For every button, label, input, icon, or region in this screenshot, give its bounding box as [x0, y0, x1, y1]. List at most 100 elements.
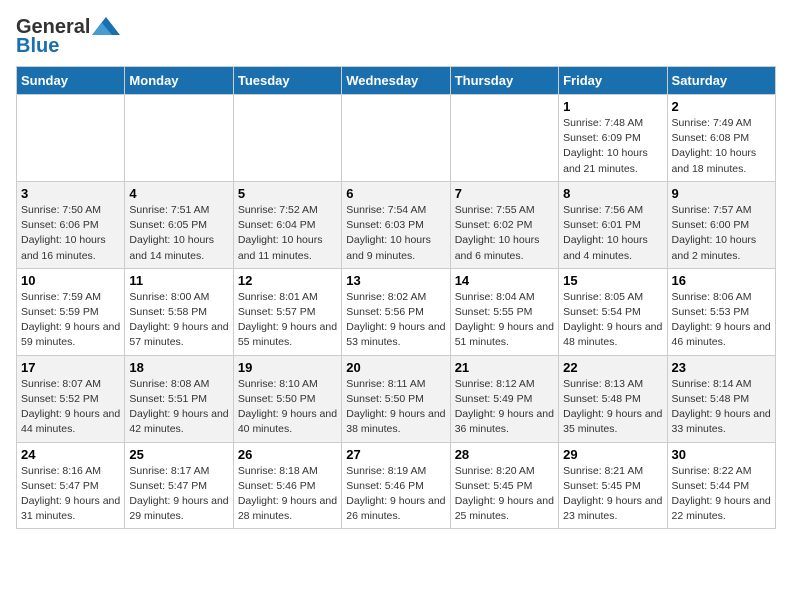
day-info: Sunrise: 7:52 AM Sunset: 6:04 PM Dayligh…: [238, 203, 337, 264]
calendar-cell: 28 Sunrise: 8:20 AM Sunset: 5:45 PM Dayli…: [450, 442, 558, 529]
day-number: 22: [563, 360, 662, 375]
calendar-cell: 7 Sunrise: 7:55 AM Sunset: 6:02 PM Daylig…: [450, 181, 558, 268]
logo: General Blue: [16, 16, 120, 58]
calendar-cell: 14Sunrise: 8:04 AM Sunset: 5:55 PM Dayli…: [450, 268, 558, 355]
calendar-cell: 15 Sunrise: 8:05 AM Sunset: 5:54 PM Dayli…: [559, 268, 667, 355]
logo-icon: [92, 17, 120, 35]
calendar-cell: 30 Sunrise: 8:22 AM Sunset: 5:44 PM Dayli…: [667, 442, 775, 529]
day-info: Sunrise: 8:00 AM Sunset: 5:58 PM Dayligh…: [129, 290, 228, 351]
day-number: 17: [21, 360, 120, 375]
calendar-cell: 20 Sunrise: 8:11 AM Sunset: 5:50 PM Dayli…: [342, 355, 450, 442]
calendar-cell: 1 Sunrise: 7:48 AM Sunset: 6:09 PM Daylig…: [559, 95, 667, 182]
calendar-week-4: 17 Sunrise: 8:07 AM Sunset: 5:52 PM Dayli…: [17, 355, 776, 442]
day-info: Sunrise: 8:01 AM Sunset: 5:57 PM Dayligh…: [238, 290, 337, 351]
logo-blue: Blue: [16, 35, 59, 58]
day-number: 10: [21, 273, 120, 288]
calendar-cell: [450, 95, 558, 182]
calendar-cell: 5 Sunrise: 7:52 AM Sunset: 6:04 PM Daylig…: [233, 181, 341, 268]
day-info: Sunrise: 8:10 AM Sunset: 5:50 PM Dayligh…: [238, 377, 337, 438]
day-number: 12: [238, 273, 337, 288]
day-number: 15: [563, 273, 662, 288]
weekday-header-saturday: Saturday: [667, 67, 775, 95]
calendar-cell: 19 Sunrise: 8:10 AM Sunset: 5:50 PM Dayli…: [233, 355, 341, 442]
weekday-header-row: SundayMondayTuesdayWednesdayThursdayFrid…: [17, 67, 776, 95]
day-number: 9: [672, 186, 771, 201]
calendar-week-1: 1 Sunrise: 7:48 AM Sunset: 6:09 PM Daylig…: [17, 95, 776, 182]
day-info: Sunrise: 7:59 AM Sunset: 5:59 PM Dayligh…: [21, 290, 120, 351]
calendar-cell: 16Sunrise: 8:06 AM Sunset: 5:53 PM Dayli…: [667, 268, 775, 355]
calendar-cell: 8 Sunrise: 7:56 AM Sunset: 6:01 PM Daylig…: [559, 181, 667, 268]
calendar-week-5: 24 Sunrise: 8:16 AM Sunset: 5:47 PM Dayli…: [17, 442, 776, 529]
day-info: Sunrise: 8:12 AM Sunset: 5:49 PM Dayligh…: [455, 377, 554, 438]
calendar-cell: [342, 95, 450, 182]
calendar-cell: 29 Sunrise: 8:21 AM Sunset: 5:45 PM Dayli…: [559, 442, 667, 529]
day-number: 11: [129, 273, 228, 288]
page-header: General Blue: [16, 16, 776, 58]
day-info: Sunrise: 7:55 AM Sunset: 6:02 PM Dayligh…: [455, 203, 554, 264]
day-number: 26: [238, 447, 337, 462]
day-info: Sunrise: 8:02 AM Sunset: 5:56 PM Dayligh…: [346, 290, 445, 351]
calendar-cell: 24 Sunrise: 8:16 AM Sunset: 5:47 PM Dayli…: [17, 442, 125, 529]
day-info: Sunrise: 7:51 AM Sunset: 6:05 PM Dayligh…: [129, 203, 228, 264]
day-info: Sunrise: 8:18 AM Sunset: 5:46 PM Dayligh…: [238, 464, 337, 525]
day-number: 30: [672, 447, 771, 462]
day-info: Sunrise: 8:21 AM Sunset: 5:45 PM Dayligh…: [563, 464, 662, 525]
weekday-header-thursday: Thursday: [450, 67, 558, 95]
day-info: Sunrise: 8:19 AM Sunset: 5:46 PM Dayligh…: [346, 464, 445, 525]
day-info: Sunrise: 8:14 AM Sunset: 5:48 PM Dayligh…: [672, 377, 771, 438]
weekday-header-tuesday: Tuesday: [233, 67, 341, 95]
day-info: Sunrise: 8:17 AM Sunset: 5:47 PM Dayligh…: [129, 464, 228, 525]
calendar-cell: 13 Sunrise: 8:02 AM Sunset: 5:56 PM Dayli…: [342, 268, 450, 355]
day-number: 8: [563, 186, 662, 201]
calendar-cell: [17, 95, 125, 182]
weekday-header-monday: Monday: [125, 67, 233, 95]
day-number: 28: [455, 447, 554, 462]
calendar-cell: 17 Sunrise: 8:07 AM Sunset: 5:52 PM Dayli…: [17, 355, 125, 442]
calendar-table: SundayMondayTuesdayWednesdayThursdayFrid…: [16, 66, 776, 529]
day-info: Sunrise: 7:54 AM Sunset: 6:03 PM Dayligh…: [346, 203, 445, 264]
day-number: 24: [21, 447, 120, 462]
day-number: 23: [672, 360, 771, 375]
calendar-cell: 10 Sunrise: 7:59 AM Sunset: 5:59 PM Dayli…: [17, 268, 125, 355]
day-number: 2: [672, 99, 771, 114]
calendar-cell: [125, 95, 233, 182]
day-info: Sunrise: 8:07 AM Sunset: 5:52 PM Dayligh…: [21, 377, 120, 438]
day-info: Sunrise: 8:22 AM Sunset: 5:44 PM Dayligh…: [672, 464, 771, 525]
weekday-header-sunday: Sunday: [17, 67, 125, 95]
calendar-cell: 26 Sunrise: 8:18 AM Sunset: 5:46 PM Dayli…: [233, 442, 341, 529]
day-number: 18: [129, 360, 228, 375]
day-info: Sunrise: 8:05 AM Sunset: 5:54 PM Dayligh…: [563, 290, 662, 351]
weekday-header-wednesday: Wednesday: [342, 67, 450, 95]
day-number: 13: [346, 273, 445, 288]
calendar-cell: 9Sunrise: 7:57 AM Sunset: 6:00 PM Daylig…: [667, 181, 775, 268]
calendar-cell: 3Sunrise: 7:50 AM Sunset: 6:06 PM Daylig…: [17, 181, 125, 268]
calendar-cell: 11 Sunrise: 8:00 AM Sunset: 5:58 PM Dayli…: [125, 268, 233, 355]
day-info: Sunrise: 8:04 AM Sunset: 5:55 PM Dayligh…: [455, 290, 554, 351]
calendar-cell: 4 Sunrise: 7:51 AM Sunset: 6:05 PM Daylig…: [125, 181, 233, 268]
day-number: 3: [21, 186, 120, 201]
day-number: 20: [346, 360, 445, 375]
day-number: 7: [455, 186, 554, 201]
day-number: 1: [563, 99, 662, 114]
day-number: 25: [129, 447, 228, 462]
day-number: 5: [238, 186, 337, 201]
calendar-cell: 12 Sunrise: 8:01 AM Sunset: 5:57 PM Dayli…: [233, 268, 341, 355]
day-number: 29: [563, 447, 662, 462]
day-number: 4: [129, 186, 228, 201]
day-info: Sunrise: 7:49 AM Sunset: 6:08 PM Dayligh…: [672, 116, 771, 177]
day-info: Sunrise: 7:48 AM Sunset: 6:09 PM Dayligh…: [563, 116, 662, 177]
calendar-week-2: 3Sunrise: 7:50 AM Sunset: 6:06 PM Daylig…: [17, 181, 776, 268]
calendar-cell: 22 Sunrise: 8:13 AM Sunset: 5:48 PM Dayli…: [559, 355, 667, 442]
calendar-cell: 27Sunrise: 8:19 AM Sunset: 5:46 PM Dayli…: [342, 442, 450, 529]
day-info: Sunrise: 8:13 AM Sunset: 5:48 PM Dayligh…: [563, 377, 662, 438]
day-info: Sunrise: 8:11 AM Sunset: 5:50 PM Dayligh…: [346, 377, 445, 438]
day-info: Sunrise: 7:56 AM Sunset: 6:01 PM Dayligh…: [563, 203, 662, 264]
weekday-header-friday: Friday: [559, 67, 667, 95]
day-info: Sunrise: 8:20 AM Sunset: 5:45 PM Dayligh…: [455, 464, 554, 525]
day-info: Sunrise: 8:16 AM Sunset: 5:47 PM Dayligh…: [21, 464, 120, 525]
calendar-cell: [233, 95, 341, 182]
day-number: 6: [346, 186, 445, 201]
day-info: Sunrise: 8:06 AM Sunset: 5:53 PM Dayligh…: [672, 290, 771, 351]
day-number: 19: [238, 360, 337, 375]
calendar-cell: 25 Sunrise: 8:17 AM Sunset: 5:47 PM Dayli…: [125, 442, 233, 529]
